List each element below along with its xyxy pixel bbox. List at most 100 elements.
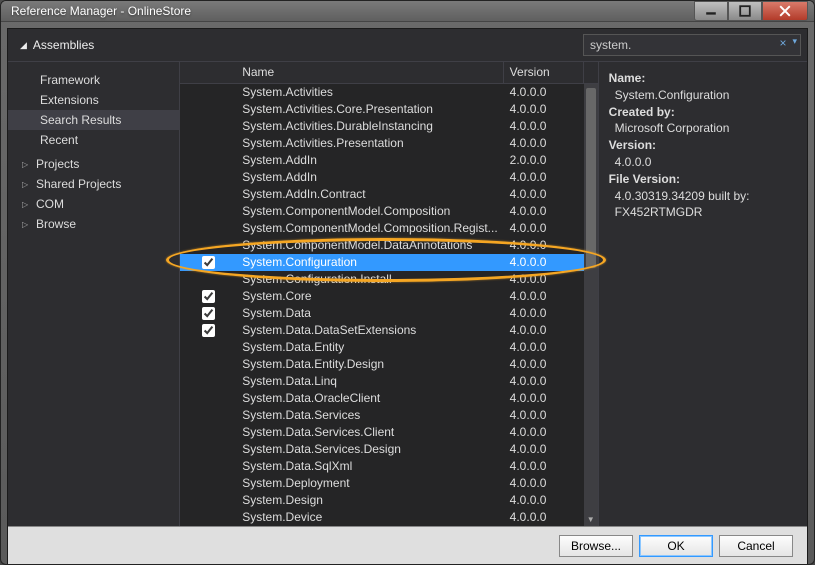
chevron-down-icon: ◢: [20, 40, 27, 51]
breadcrumb[interactable]: ◢ Assemblies: [14, 34, 184, 56]
table-row[interactable]: System.Data4.0.0.0: [180, 305, 597, 322]
row-name: System.Data.Services.Design: [236, 441, 503, 458]
table-row[interactable]: System.Data.Entity4.0.0.0: [180, 339, 597, 356]
row-version: 4.0.0.0: [504, 407, 584, 424]
vertical-scrollbar[interactable]: ▲ ▼: [584, 84, 598, 526]
row-name: System.Data.DataSetExtensions: [236, 322, 503, 339]
browse-button[interactable]: Browse...: [559, 535, 633, 557]
sidebar-item-com[interactable]: ▷ COM: [8, 194, 179, 214]
chevron-right-icon: ▷: [22, 220, 30, 229]
sidebar-item-label: COM: [36, 197, 64, 211]
details-value-file-version-2: FX452RTMGDR: [609, 204, 797, 221]
table-row[interactable]: System.Data.Services.Design4.0.0.0: [180, 441, 597, 458]
chevron-right-icon: ▷: [22, 180, 30, 189]
table-row[interactable]: System.Activities.Presentation4.0.0.0: [180, 135, 597, 152]
row-checkbox[interactable]: [202, 256, 215, 269]
row-version: 4.0.0.0: [504, 288, 584, 305]
sidebar-item-recent[interactable]: Recent: [8, 130, 179, 150]
close-icon: [779, 5, 791, 17]
row-version: 4.0.0.0: [504, 135, 584, 152]
sidebar-item-projects[interactable]: ▷ Projects: [8, 154, 179, 174]
table-row[interactable]: System.AddIn.Contract4.0.0.0: [180, 186, 597, 203]
scroll-down-icon[interactable]: ▼: [584, 512, 598, 526]
sidebar-item-extensions[interactable]: Extensions: [8, 90, 179, 110]
row-name: System.Activities: [236, 84, 503, 101]
details-value-file-version-1: 4.0.30319.34209 built by:: [609, 188, 797, 205]
sidebar-item-shared-projects[interactable]: ▷ Shared Projects: [8, 174, 179, 194]
bottom-bar: Browse... OK Cancel: [8, 526, 807, 564]
row-name: System.AddIn.Contract: [236, 186, 503, 203]
row-version: 4.0.0.0: [504, 118, 584, 135]
cancel-button[interactable]: Cancel: [719, 535, 793, 557]
row-name: System.Device: [236, 509, 503, 526]
close-button[interactable]: [762, 1, 808, 21]
table-row[interactable]: System.Data.Entity.Design4.0.0.0: [180, 356, 597, 373]
sidebar-item-label: Projects: [36, 157, 79, 171]
row-version: 4.0.0.0: [504, 339, 584, 356]
row-version: 4.0.0.0: [504, 373, 584, 390]
row-checkbox[interactable]: [202, 324, 215, 337]
table-row[interactable]: System.Activities.DurableInstancing4.0.0…: [180, 118, 597, 135]
row-version: 4.0.0.0: [504, 509, 584, 526]
table-row[interactable]: System.Data.OracleClient4.0.0.0: [180, 390, 597, 407]
row-name: System.Configuration: [236, 254, 503, 271]
table-row[interactable]: System.Activities.Core.Presentation4.0.0…: [180, 101, 597, 118]
row-version: 4.0.0.0: [504, 186, 584, 203]
table-row[interactable]: System.Data.Linq4.0.0.0: [180, 373, 597, 390]
table-row[interactable]: System.Data.Services4.0.0.0: [180, 407, 597, 424]
row-version: 4.0.0.0: [504, 305, 584, 322]
details-label-name: Name:: [609, 71, 646, 85]
row-version: 4.0.0.0: [504, 237, 584, 254]
row-name: System.Deployment: [236, 475, 503, 492]
table-row[interactable]: System.ComponentModel.Composition.Regist…: [180, 220, 597, 237]
row-name: System.Data.OracleClient: [236, 390, 503, 407]
row-version: 2.0.0.0: [504, 152, 584, 169]
table-row[interactable]: System.Data.DataSetExtensions4.0.0.0: [180, 322, 597, 339]
search-dropdown-icon[interactable]: ▾: [792, 36, 797, 50]
column-header-version[interactable]: Version: [504, 62, 584, 83]
row-checkbox[interactable]: [202, 307, 215, 320]
table-row[interactable]: System.Device4.0.0.0: [180, 509, 597, 526]
table-row[interactable]: System.ComponentModel.Composition4.0.0.0: [180, 203, 597, 220]
column-header-name[interactable]: Name: [236, 62, 503, 83]
table-row[interactable]: System.AddIn4.0.0.0: [180, 169, 597, 186]
details-pane: Name: System.Configuration Created by: M…: [599, 62, 807, 526]
maximize-button[interactable]: [728, 1, 762, 21]
row-version: 4.0.0.0: [504, 322, 584, 339]
table-row[interactable]: System.Configuration4.0.0.0: [180, 254, 597, 271]
minimize-icon: [705, 5, 717, 17]
row-version: 4.0.0.0: [504, 220, 584, 237]
row-name: System.Data.Services: [236, 407, 503, 424]
ok-button[interactable]: OK: [639, 535, 713, 557]
reference-manager-window: Reference Manager - OnlineStore ◢ Assemb…: [0, 0, 815, 565]
sidebar-item-browse[interactable]: ▷ Browse: [8, 214, 179, 234]
row-version: 4.0.0.0: [504, 475, 584, 492]
table-row[interactable]: System.Activities4.0.0.0: [180, 84, 597, 101]
table-row[interactable]: System.ComponentModel.DataAnnotations4.0…: [180, 237, 597, 254]
table-row[interactable]: System.Data.Services.Client4.0.0.0: [180, 424, 597, 441]
table-row[interactable]: System.Design4.0.0.0: [180, 492, 597, 509]
row-version: 4.0.0.0: [504, 458, 584, 475]
table-row[interactable]: System.Core4.0.0.0: [180, 288, 597, 305]
row-version: 4.0.0.0: [504, 84, 584, 101]
table-row[interactable]: System.Deployment4.0.0.0: [180, 475, 597, 492]
scroll-thumb[interactable]: [586, 88, 596, 268]
table-row[interactable]: System.AddIn2.0.0.0: [180, 152, 597, 169]
row-name: System.Activities.Presentation: [236, 135, 503, 152]
search-input[interactable]: [583, 34, 801, 56]
table-row[interactable]: System.Data.SqlXml4.0.0.0: [180, 458, 597, 475]
row-version: 4.0.0.0: [504, 271, 584, 288]
row-name: System.AddIn: [236, 169, 503, 186]
row-checkbox[interactable]: [202, 290, 215, 303]
sidebar-item-search-results[interactable]: Search Results: [8, 110, 179, 130]
row-name: System.Data.Linq: [236, 373, 503, 390]
maximize-icon: [739, 5, 751, 17]
titlebar[interactable]: Reference Manager - OnlineStore: [1, 1, 814, 22]
row-version: 4.0.0.0: [504, 254, 584, 271]
clear-search-icon[interactable]: ×: [779, 36, 786, 50]
minimize-button[interactable]: [694, 1, 728, 21]
list-rows[interactable]: System.Activities4.0.0.0System.Activitie…: [180, 84, 597, 526]
details-label-created: Created by:: [609, 105, 675, 119]
sidebar-item-framework[interactable]: Framework: [8, 70, 179, 90]
table-row[interactable]: System.Configuration.Install4.0.0.0: [180, 271, 597, 288]
